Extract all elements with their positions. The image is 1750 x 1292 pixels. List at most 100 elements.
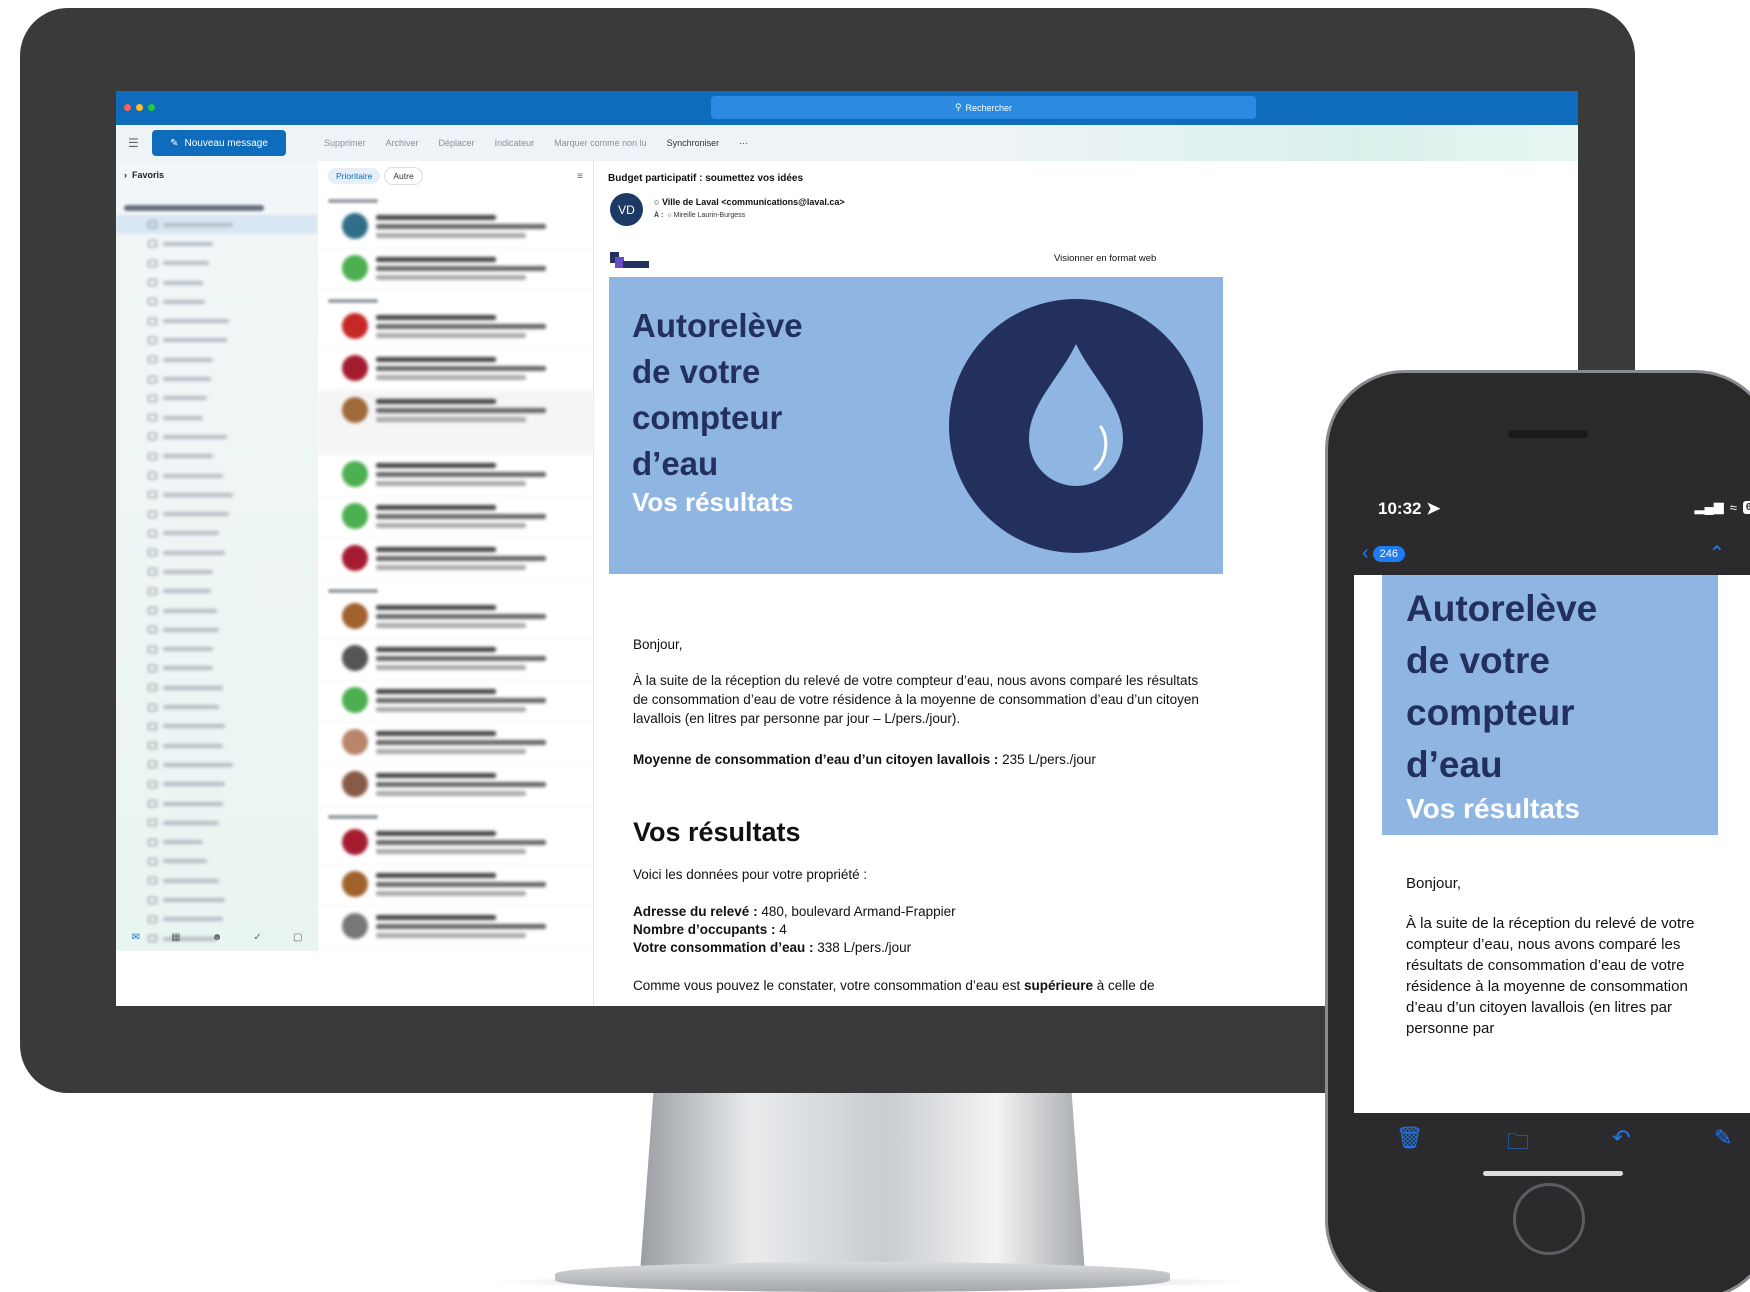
filter-icon[interactable]: ≡ [577, 171, 583, 182]
preview-line [376, 689, 496, 694]
sender-avatar[interactable]: VD [610, 193, 643, 226]
mail-icon[interactable]: ✉ [132, 932, 140, 943]
sidebar-folder-item[interactable] [116, 678, 318, 697]
favorites-section[interactable]: › Favoris [116, 161, 318, 189]
chevron-up-icon[interactable]: ⌃ [1708, 541, 1725, 566]
sidebar-folder-item[interactable] [116, 736, 318, 755]
trash-icon[interactable]: 🗑 [1396, 1125, 1424, 1151]
sender-line[interactable]: ○ Ville de Laval <communications@laval.c… [654, 197, 845, 207]
sidebar-folder-item[interactable] [116, 408, 318, 427]
sidebar-folder-item[interactable] [116, 543, 318, 562]
sidebar-folder-item[interactable] [116, 833, 318, 852]
sidebar-folder-item[interactable] [116, 273, 318, 292]
folder-icon [148, 761, 157, 769]
flag-button[interactable]: Indicateur [495, 138, 535, 148]
message-row[interactable] [318, 639, 593, 681]
message-row[interactable] [318, 865, 593, 907]
sidebar-folder-item[interactable] [116, 524, 318, 543]
folder-icon[interactable]: 🗀 [1507, 1125, 1529, 1163]
notes-icon[interactable]: ▢ [293, 932, 302, 943]
sidebar-folder-item[interactable] [116, 717, 318, 736]
sidebar-folder-item[interactable] [116, 582, 318, 601]
tab-other[interactable]: Autre [384, 167, 423, 185]
delete-button[interactable]: Supprimer [324, 138, 366, 148]
folder-icon [148, 915, 157, 923]
window-controls[interactable] [124, 104, 155, 111]
sidebar-folder-item[interactable] [116, 485, 318, 504]
sidebar-folder-item[interactable] [116, 601, 318, 620]
message-row[interactable] [318, 539, 593, 581]
message-row[interactable] [318, 907, 593, 949]
preview-line [376, 523, 526, 528]
status-bar: 10:32 ➤ ▂▄▆ ≈ 68 [1354, 483, 1750, 533]
sidebar-folder-item[interactable] [116, 331, 318, 350]
message-row[interactable] [318, 723, 593, 765]
sidebar-folder-item[interactable] [116, 504, 318, 523]
sidebar-folder-item[interactable] [116, 389, 318, 408]
tab-focused[interactable]: Prioritaire [328, 168, 381, 184]
view-web-link[interactable]: Visionner en format web [1054, 253, 1156, 264]
tasks-icon[interactable]: ✓ [253, 932, 261, 943]
close-window-button[interactable] [124, 104, 131, 111]
sidebar-folder-item[interactable] [116, 215, 318, 235]
sync-button[interactable]: Synchroniser [667, 138, 720, 148]
message-row[interactable] [318, 497, 593, 539]
message-row[interactable] [318, 681, 593, 723]
sidebar-folder-item[interactable] [116, 311, 318, 330]
message-row[interactable] [318, 391, 593, 455]
reply-icon[interactable]: ↶ [1612, 1125, 1630, 1151]
more-options-button[interactable]: ··· [739, 138, 748, 148]
sidebar-folder-item[interactable] [116, 755, 318, 774]
minimize-window-button[interactable] [136, 104, 143, 111]
message-row[interactable] [318, 765, 593, 807]
folder-label-placeholder [163, 840, 203, 845]
folder-label-placeholder [163, 434, 227, 439]
people-icon[interactable]: ☻ [212, 932, 223, 943]
archive-button[interactable]: Archiver [386, 138, 419, 148]
message-row[interactable] [318, 455, 593, 497]
sidebar-folder-item[interactable] [116, 620, 318, 639]
consumption-value: 338 L/pers./jour [813, 940, 912, 955]
new-message-button[interactable]: ✎ Nouveau message [152, 130, 286, 156]
sidebar-folder-item[interactable] [116, 890, 318, 909]
home-button[interactable] [1513, 1183, 1585, 1255]
sidebar-folder-item[interactable] [116, 852, 318, 871]
banner-line: Autorelève [1406, 588, 1598, 629]
sidebar-folder-item[interactable] [116, 350, 318, 369]
zoom-window-button[interactable] [148, 104, 155, 111]
message-row[interactable] [318, 249, 593, 291]
calendar-icon[interactable]: ▦ [171, 932, 180, 943]
menu-icon[interactable]: ☰ [128, 136, 142, 150]
compose-icon[interactable]: ✎ [1714, 1125, 1732, 1151]
recipient-name[interactable]: Mireille Laurin-Burgess [674, 212, 746, 219]
sidebar-folder-item[interactable] [116, 292, 318, 311]
search-bar[interactable]: ⚲ Rechercher [711, 96, 1256, 119]
sidebar-folder-item[interactable] [116, 697, 318, 716]
message-row[interactable] [318, 597, 593, 639]
sidebar-folder-item[interactable] [116, 447, 318, 466]
mark-unread-button[interactable]: Marquer comme non lu [554, 138, 647, 148]
folder-label-placeholder [163, 589, 211, 594]
sidebar-folder-item[interactable] [116, 234, 318, 253]
sidebar-folder-item[interactable] [116, 427, 318, 446]
sidebar-folder-item[interactable] [116, 813, 318, 832]
preview-line [376, 791, 526, 796]
message-row[interactable] [318, 823, 593, 865]
message-row[interactable] [318, 307, 593, 349]
sidebar-folder-item[interactable] [116, 562, 318, 581]
folder-label-placeholder [163, 762, 233, 767]
sidebar-folder-item[interactable] [116, 640, 318, 659]
sidebar-folder-item[interactable] [116, 466, 318, 485]
message-row[interactable] [318, 207, 593, 249]
account-header[interactable] [116, 189, 318, 215]
message-row[interactable] [318, 349, 593, 391]
sidebar-folder-item[interactable] [116, 369, 318, 388]
sidebar-folder-item[interactable] [116, 794, 318, 813]
preview-line [376, 463, 496, 468]
sidebar-folder-item[interactable] [116, 659, 318, 678]
sidebar-folder-item[interactable] [116, 254, 318, 273]
back-button[interactable]: ‹ 246 [1362, 542, 1406, 565]
move-button[interactable]: Déplacer [439, 138, 475, 148]
sidebar-folder-item[interactable] [116, 775, 318, 794]
sidebar-folder-item[interactable] [116, 871, 318, 890]
